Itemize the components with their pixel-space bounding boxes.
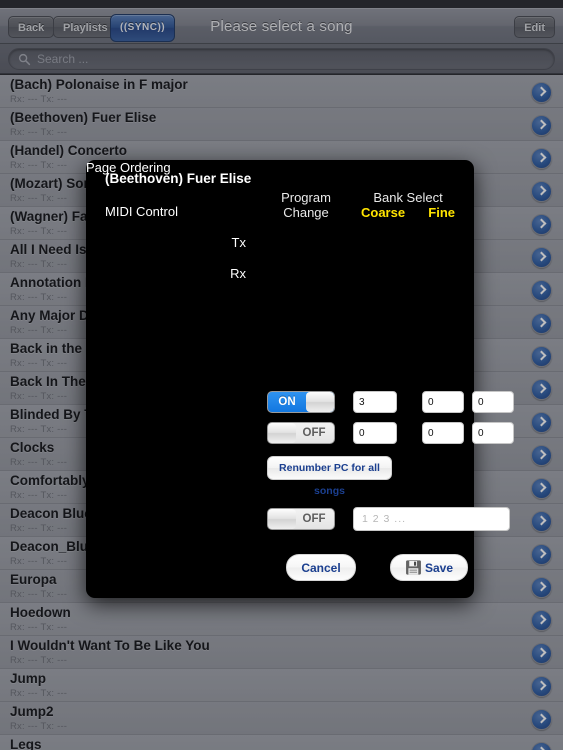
- bank-coarse-label: Coarse: [361, 205, 406, 220]
- page-ordering-toggle-label: OFF: [302, 513, 326, 525]
- rx-bank-coarse-input[interactable]: 0: [422, 422, 464, 444]
- song-midi-status: Rx: --- Tx: ---: [10, 94, 68, 105]
- save-button-label: Save: [424, 560, 454, 575]
- chevron-right-icon[interactable]: [531, 643, 552, 664]
- search-placeholder: Search ...: [37, 52, 89, 66]
- chevron-right-icon[interactable]: [531, 346, 552, 367]
- chevron-right-icon[interactable]: [531, 313, 552, 334]
- tx-row-label: Tx: [231, 235, 246, 250]
- app-root: Back Playlists ((SYNC)) Please select a …: [0, 0, 563, 750]
- chevron-right-icon[interactable]: [531, 412, 552, 433]
- midi-settings-dialog: (Beethoven) Fuer Elise MIDI Control Prog…: [86, 160, 514, 598]
- page-ordering-toggle-knob: [268, 509, 296, 529]
- rx-toggle-label: OFF: [302, 427, 326, 439]
- floppy-disk-icon: [406, 560, 421, 575]
- list-item[interactable]: LegsRx: --- Tx: ---: [0, 735, 563, 750]
- song-title: I Wouldn't Want To Be Like You: [10, 638, 210, 653]
- song-title: Hoedown: [10, 605, 71, 620]
- song-midi-status: Rx: --- Tx: ---: [10, 721, 68, 732]
- chevron-right-icon[interactable]: [531, 544, 552, 565]
- song-title: Legs: [10, 737, 42, 750]
- list-item[interactable]: Hoedown Rx: --- Tx: ---: [0, 603, 563, 636]
- rx-bank-fine-input[interactable]: 0: [472, 422, 514, 444]
- bank-select-column-header: Bank Select Coarse Fine: [355, 190, 461, 220]
- chevron-right-icon[interactable]: [531, 478, 552, 499]
- list-item[interactable]: Jump2 Rx: --- Tx: ---: [0, 702, 563, 735]
- chevron-right-icon[interactable]: [531, 610, 552, 631]
- navigation-bar: Back Playlists ((SYNC)) Please select a …: [0, 8, 563, 44]
- tx-toggle-knob: [306, 392, 334, 412]
- search-input[interactable]: Search ...: [8, 48, 555, 70]
- song-midi-status: Rx: --- Tx: ---: [10, 127, 68, 138]
- chevron-right-icon[interactable]: [531, 280, 552, 301]
- bank-select-title: Bank Select: [373, 190, 443, 205]
- rx-toggle-knob: [268, 423, 296, 443]
- page-title: Please select a song: [210, 18, 353, 35]
- song-midi-status: Rx: --- Tx: ---: [10, 622, 68, 633]
- bank-fine-label: Fine: [428, 205, 455, 220]
- chevron-right-icon[interactable]: [531, 577, 552, 598]
- search-bar: Search ...: [0, 44, 563, 74]
- song-title: Jump: [10, 671, 47, 686]
- dialog-title: (Beethoven) Fuer Elise: [105, 171, 252, 186]
- cancel-button[interactable]: Cancel: [286, 554, 356, 581]
- rx-program-change-input[interactable]: 0: [353, 422, 397, 444]
- list-item[interactable]: I Wouldn't Want To Be Like You Rx: --- Tx…: [0, 636, 563, 669]
- midi-control-label: MIDI Control: [105, 204, 178, 219]
- chevron-right-icon[interactable]: [531, 148, 552, 169]
- chevron-right-icon[interactable]: [531, 445, 552, 466]
- chevron-right-icon[interactable]: [531, 676, 552, 697]
- chevron-right-icon[interactable]: [531, 247, 552, 268]
- edit-button[interactable]: Edit: [514, 16, 555, 38]
- chevron-right-icon[interactable]: [531, 742, 552, 750]
- list-item[interactable]: Jump Rx: --- Tx: ---: [0, 669, 563, 702]
- search-icon: [18, 53, 31, 66]
- program-change-line1: Program: [281, 190, 331, 205]
- rx-toggle[interactable]: OFF: [267, 422, 335, 444]
- chevron-right-icon[interactable]: [531, 214, 552, 235]
- rx-row-label: Rx: [230, 266, 246, 281]
- song-midi-status: Rx: --- Tx: ---: [10, 655, 68, 666]
- tx-toggle-label: ON: [278, 396, 296, 408]
- song-title: (Bach) Polonaise in F major: [10, 77, 188, 92]
- list-item[interactable]: (Beethoven) Fuer Elise Rx: --- Tx: ---: [0, 108, 563, 141]
- song-title: (Beethoven) Fuer Elise: [10, 110, 157, 125]
- chevron-right-icon[interactable]: [531, 82, 552, 103]
- chevron-right-icon[interactable]: [531, 709, 552, 730]
- program-change-line2: Change: [283, 205, 329, 220]
- chevron-right-icon[interactable]: [531, 511, 552, 532]
- song-title: (Handel) Concerto: [10, 143, 128, 158]
- renumber-pc-button[interactable]: Renumber PC for all songs: [267, 456, 392, 497]
- program-change-column-header: Program Change: [267, 190, 345, 220]
- chevron-right-icon[interactable]: [531, 379, 552, 400]
- tx-bank-fine-input[interactable]: 0: [472, 391, 514, 413]
- save-button[interactable]: Save: [390, 554, 468, 581]
- page-ordering-toggle[interactable]: OFF: [267, 508, 335, 530]
- song-title: Jump2: [10, 704, 54, 719]
- song-midi-status: Rx: --- Tx: ---: [10, 688, 68, 699]
- tx-program-change-input[interactable]: 3: [353, 391, 397, 413]
- chevron-right-icon[interactable]: [531, 181, 552, 202]
- chevron-right-icon[interactable]: [531, 115, 552, 136]
- tx-toggle[interactable]: ON: [267, 391, 335, 413]
- tx-bank-coarse-input[interactable]: 0: [422, 391, 464, 413]
- list-item[interactable]: (Bach) Polonaise in F major Rx: --- Tx: -…: [0, 75, 563, 108]
- page-ordering-input[interactable]: 1 2 3 ...: [353, 507, 510, 531]
